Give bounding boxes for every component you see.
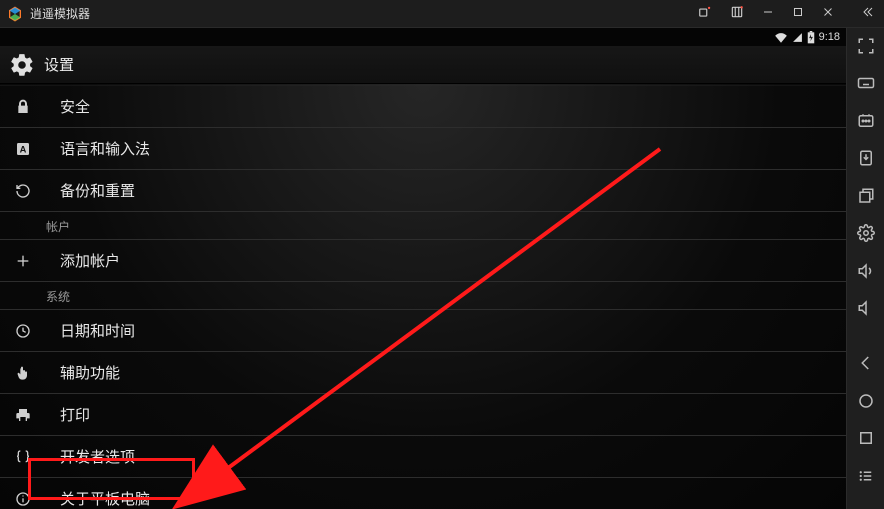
expand-panel-button[interactable]	[856, 4, 878, 23]
settings-item-security[interactable]: 安全	[0, 86, 846, 128]
volume-down-icon[interactable]	[855, 298, 877, 317]
settings-item-add-account[interactable]: 添加帐户	[0, 240, 846, 282]
braces-icon	[14, 448, 32, 466]
settings-title: 设置	[44, 54, 74, 75]
settings-item-label: 开发者选项	[60, 446, 135, 467]
settings-item-language[interactable]: A 语言和输入法	[0, 128, 846, 170]
lock-icon	[14, 98, 32, 116]
app-logo-icon	[6, 5, 24, 23]
window-controls	[694, 3, 878, 24]
info-icon	[14, 490, 32, 508]
settings-app-bar: 设置	[0, 46, 846, 84]
emulator-titlebar: 逍遥模拟器	[0, 0, 884, 28]
settings-item-partial[interactable]	[0, 84, 846, 86]
fullscreen-icon[interactable]	[855, 36, 877, 55]
settings-item-label: 安全	[60, 96, 90, 117]
hand-icon	[14, 364, 32, 382]
android-screen: 9:18 设置 安全	[0, 28, 846, 509]
keyboard-icon[interactable]	[855, 73, 877, 92]
minimize-button[interactable]	[758, 4, 778, 23]
battery-icon	[807, 31, 815, 44]
settings-item-backup[interactable]: 备份和重置	[0, 170, 846, 212]
settings-item-label: 备份和重置	[60, 180, 135, 201]
settings-item-label: 关于平板电脑	[60, 488, 150, 509]
settings-item-label: 添加帐户	[60, 250, 120, 271]
svg-text:A: A	[20, 144, 27, 154]
section-header-accounts: 帐户	[0, 212, 846, 240]
install-apk-icon[interactable]	[855, 148, 877, 167]
maximize-button[interactable]	[788, 4, 808, 23]
plus-icon	[14, 252, 32, 270]
language-icon: A	[14, 140, 32, 158]
settings-item-about[interactable]: 关于平板电脑	[0, 478, 846, 509]
status-time: 9:18	[819, 31, 840, 43]
printer-icon	[14, 406, 32, 424]
nav-recent-icon[interactable]	[855, 429, 877, 448]
android-status-bar: 9:18	[0, 28, 846, 46]
keymap-icon[interactable]	[855, 111, 877, 130]
settings-item-developer[interactable]: 开发者选项	[0, 436, 846, 478]
apk-icon[interactable]	[726, 3, 748, 24]
nav-home-icon[interactable]	[855, 391, 877, 410]
settings-item-datetime[interactable]: 日期和时间	[0, 310, 846, 352]
wifi-icon	[774, 32, 788, 43]
backup-icon	[14, 182, 32, 200]
settings-item-label: 辅助功能	[60, 362, 120, 383]
settings-item-label: 打印	[60, 404, 90, 425]
settings-icon[interactable]	[855, 223, 877, 242]
settings-item-label: 语言和输入法	[60, 138, 150, 159]
close-button[interactable]	[818, 4, 838, 23]
emulator-title: 逍遥模拟器	[30, 5, 694, 22]
clock-icon	[14, 322, 32, 340]
settings-item-print[interactable]: 打印	[0, 394, 846, 436]
emulator-side-toolbar	[846, 28, 884, 509]
settings-item-accessibility[interactable]: 辅助功能	[0, 352, 846, 394]
settings-item-label: 日期和时间	[60, 320, 135, 341]
nav-back-icon[interactable]	[855, 354, 877, 373]
settings-list[interactable]: 安全 A 语言和输入法 备份和重置 帐户	[0, 84, 846, 509]
volume-up-icon[interactable]	[855, 261, 877, 280]
multi-instance-icon[interactable]	[694, 3, 716, 24]
multi-window-icon[interactable]	[855, 186, 877, 205]
section-header-system: 系统	[0, 282, 846, 310]
settings-gear-icon	[10, 53, 34, 77]
cellular-icon	[792, 32, 803, 43]
more-icon[interactable]	[855, 466, 877, 485]
